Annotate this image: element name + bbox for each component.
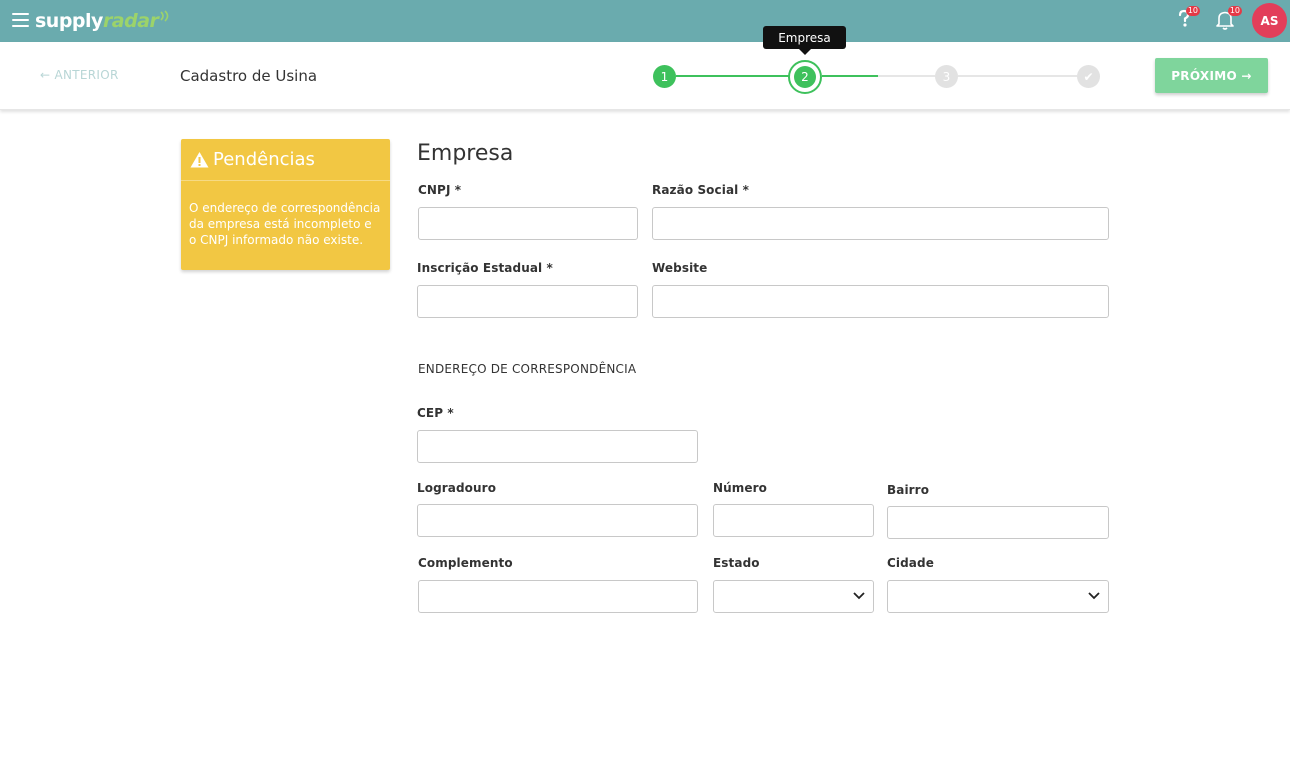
supplyradar-logo[interactable]: supply radar [35,7,173,35]
user-avatar[interactable]: AS [1252,3,1287,38]
hamburger-menu-icon[interactable] [12,13,29,27]
logo-text-radar: radar [102,10,159,32]
estado-select[interactable] [713,580,874,613]
stepper-bar: ← ANTERIOR Cadastro de Usina 1 2 3 ✔ [0,42,1290,110]
logo-text-supply: supply [35,10,103,32]
numero-input[interactable] [713,504,874,537]
radar-waves-icon [160,10,169,22]
app-bar: supply radar 10 10 AS [0,0,1290,42]
logradouro-label: Logradouro [417,481,497,495]
step-connector-2-3 [878,75,935,77]
inscricao-estadual-label: Inscrição Estadual * [417,261,553,275]
step-2[interactable]: 2 [794,66,816,88]
chevron-down-icon [1088,592,1100,600]
next-button[interactable]: PRÓXIMO → [1155,58,1268,93]
complemento-label: Complemento [418,556,513,570]
website-input[interactable] [652,285,1109,318]
cnpj-label: CNPJ * [418,183,462,197]
numero-label: Número [713,481,767,495]
razao-social-input[interactable] [652,207,1109,240]
address-heading: ENDEREÇO DE CORRESPONDÊNCIA [418,362,637,376]
chevron-down-icon [853,592,865,600]
pending-card: Pendências O endereço de correspondência… [181,139,390,270]
pending-title: Pendências [213,149,315,170]
page-title: Cadastro de Usina [180,67,318,85]
step-1[interactable]: 1 [653,65,676,88]
step-finish-check-icon[interactable]: ✔ [1077,65,1100,88]
previous-button[interactable]: ← ANTERIOR [40,68,119,82]
notification-badge: 10 [1227,6,1242,16]
cep-input[interactable] [417,430,698,463]
cnpj-input[interactable] [418,207,638,240]
logradouro-input[interactable] [417,504,698,537]
step-3[interactable]: 3 [935,65,958,88]
help-badge: 10 [1185,6,1200,16]
bairro-input[interactable] [887,506,1109,539]
pending-header: Pendências [181,139,390,181]
estado-label: Estado [713,556,760,570]
inscricao-estadual-input[interactable] [417,285,638,318]
razao-social-label: Razão Social * [652,183,750,197]
notification-bell-icon[interactable]: 10 [1215,6,1242,31]
cidade-select[interactable] [887,580,1109,613]
warning-icon [190,152,209,168]
step-connector-2-progress [822,75,878,77]
cep-label: CEP * [417,406,454,420]
section-title: Empresa [417,141,514,166]
complemento-input[interactable] [418,580,698,613]
bairro-label: Bairro [887,483,930,497]
pending-message: O endereço de correspondência da empresa… [189,201,381,247]
website-label: Website [652,261,708,275]
help-icon[interactable]: 10 [1175,6,1200,31]
step-tooltip: Empresa [763,26,846,55]
step-connector-3-4 [958,75,1077,77]
step-connector-1-2 [676,75,790,77]
cidade-label: Cidade [887,556,934,570]
